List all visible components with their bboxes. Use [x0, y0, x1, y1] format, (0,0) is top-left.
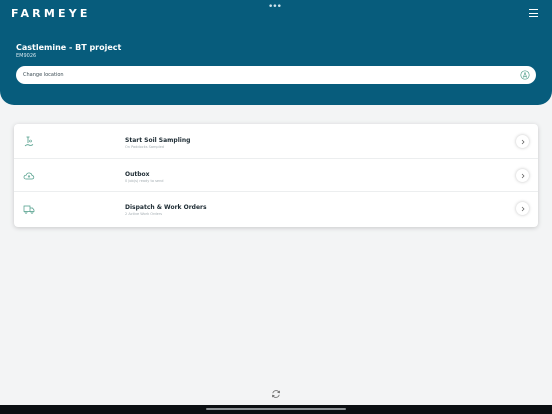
- change-location-label: Change location: [23, 72, 64, 78]
- menu-card: Start Soil Sampling On Paddocks Sampled …: [14, 124, 538, 227]
- truck-icon: [23, 205, 35, 214]
- chevron-right-icon[interactable]: [516, 169, 529, 182]
- cloud-upload-icon: [23, 172, 35, 180]
- home-indicator[interactable]: [206, 408, 346, 410]
- chevron-right-icon[interactable]: [516, 135, 529, 148]
- menu-item-title: Start Soil Sampling: [125, 137, 191, 144]
- menu-item-start-soil-sampling[interactable]: Start Soil Sampling On Paddocks Sampled: [14, 125, 538, 158]
- menu-item-outbox[interactable]: Outbox 0 Job(s) ready to send: [14, 158, 538, 192]
- refresh-icon[interactable]: [271, 389, 281, 399]
- app-header: ••• FARMEYE Castlemine - BT project EM90…: [0, 0, 552, 105]
- change-location-button[interactable]: Change location: [16, 66, 536, 84]
- menu-item-title: Outbox: [125, 171, 150, 178]
- app-logo: FARMEYE: [11, 7, 91, 20]
- locate-icon: [520, 70, 530, 80]
- soil-probe-icon: [24, 136, 34, 147]
- project-code: EM9026: [16, 53, 37, 59]
- menu-item-dispatch-work-orders[interactable]: Dispatch & Work Orders 2 Active Work Ord…: [14, 191, 538, 225]
- menu-item-subtitle: 2 Active Work Orders: [125, 212, 163, 216]
- multitask-dots-icon[interactable]: •••: [268, 2, 282, 12]
- project-title: Castlemine - BT project: [16, 43, 122, 52]
- hamburger-menu-icon[interactable]: [529, 9, 538, 17]
- menu-item-subtitle: On Paddocks Sampled: [125, 145, 165, 149]
- chevron-right-icon[interactable]: [516, 202, 529, 215]
- menu-item-title: Dispatch & Work Orders: [125, 204, 207, 211]
- menu-item-subtitle: 0 Job(s) ready to send: [125, 179, 164, 183]
